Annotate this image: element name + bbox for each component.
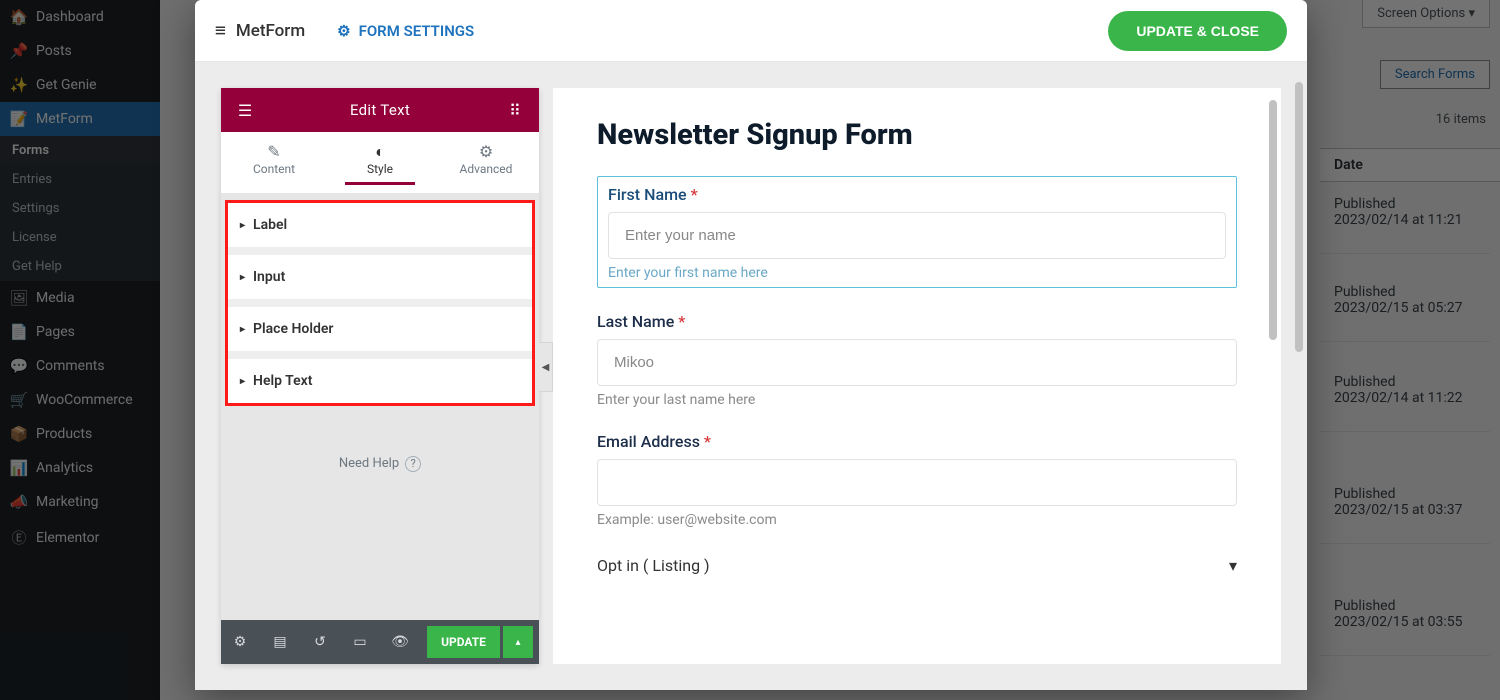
gear-icon: ⚙ <box>337 22 350 40</box>
panel-header: ☰ Edit Text ⠿ <box>221 88 539 132</box>
form-settings-button[interactable]: ⚙ FORM SETTINGS <box>337 22 474 40</box>
modal-body: ☰ Edit Text ⠿ ✎Content ◐Style ⚙Advanced … <box>195 62 1307 690</box>
panel-update-button[interactable]: UPDATE <box>427 626 500 658</box>
brand-icon: ≡ <box>215 20 226 41</box>
tab-content[interactable]: ✎Content <box>221 132 327 193</box>
caret-right-icon: ▸ <box>240 324 245 335</box>
panel-tabs: ✎Content ◐Style ⚙Advanced <box>221 132 539 194</box>
settings-icon[interactable]: ⚙ <box>221 620 259 664</box>
style-accordion: ▸Label ▸Input ▸Place Holder ▸Help Text <box>225 200 535 406</box>
form-title: Newsletter Signup Form <box>597 118 1237 152</box>
panel-collapse-handle[interactable]: ◀ <box>539 342 553 392</box>
field-first-name[interactable]: First Name * Enter your first name here <box>597 176 1237 288</box>
help-icon[interactable]: ? <box>405 456 421 472</box>
apps-grid-icon[interactable]: ⠿ <box>505 100 525 120</box>
field-last-name[interactable]: Last Name * Enter your last name here <box>597 312 1237 408</box>
metform-editor-modal: ≡ MetForm ⚙ FORM SETTINGS UPDATE & CLOSE… <box>195 0 1307 690</box>
responsive-icon[interactable]: ▭ <box>341 620 379 664</box>
field-label: First Name * <box>608 185 1226 204</box>
field-label: Email Address * <box>597 432 1237 451</box>
style-icon: ◐ <box>327 142 433 162</box>
navigator-icon[interactable]: ▤ <box>261 620 299 664</box>
elementor-panel: ☰ Edit Text ⠿ ✎Content ◐Style ⚙Advanced … <box>221 88 539 664</box>
pencil-icon: ✎ <box>221 142 327 162</box>
field-help: Enter your first name here <box>608 265 1226 281</box>
chevron-down-icon: ▾ <box>1229 556 1237 575</box>
field-help: Example: user@website.com <box>597 512 1237 528</box>
accordion-placeholder[interactable]: ▸Place Holder <box>228 299 532 351</box>
form-preview: Newsletter Signup Form First Name * Ente… <box>553 88 1281 664</box>
preview-scrollbar[interactable] <box>1269 92 1277 660</box>
field-help: Enter your last name here <box>597 392 1237 408</box>
caret-right-icon: ▸ <box>240 220 245 231</box>
accordion-helptext[interactable]: ▸Help Text <box>228 351 532 403</box>
accordion-label[interactable]: ▸Label <box>228 203 532 247</box>
panel-bottom-bar: ⚙ ▤ ↺ ▭ 👁 UPDATE ▴ <box>221 620 539 664</box>
modal-scrollbar[interactable] <box>1295 66 1303 686</box>
modal-header: ≡ MetForm ⚙ FORM SETTINGS UPDATE & CLOSE <box>195 0 1307 62</box>
email-input[interactable] <box>597 459 1237 506</box>
preview-icon[interactable]: 👁 <box>381 620 419 664</box>
caret-right-icon: ▸ <box>240 376 245 387</box>
accordion-input[interactable]: ▸Input <box>228 247 532 299</box>
field-optin[interactable]: Opt in ( Listing ) ▾ <box>597 552 1237 575</box>
gear-icon: ⚙ <box>433 142 539 162</box>
brand-label: MetForm <box>236 21 305 41</box>
panel-update-more-button[interactable]: ▴ <box>503 626 533 658</box>
panel-title: Edit Text <box>350 101 410 119</box>
last-name-input[interactable] <box>597 339 1237 386</box>
update-and-close-button[interactable]: UPDATE & CLOSE <box>1108 11 1287 51</box>
field-email[interactable]: Email Address * Example: user@website.co… <box>597 432 1237 528</box>
caret-right-icon: ▸ <box>240 272 245 283</box>
first-name-input[interactable] <box>608 212 1226 259</box>
tab-style[interactable]: ◐Style <box>327 132 433 193</box>
brand: ≡ MetForm <box>215 20 305 41</box>
hamburger-icon[interactable]: ☰ <box>235 100 255 120</box>
need-help: Need Help? <box>221 406 539 522</box>
tab-advanced[interactable]: ⚙Advanced <box>433 132 539 193</box>
history-icon[interactable]: ↺ <box>301 620 339 664</box>
field-label: Last Name * <box>597 312 1237 331</box>
